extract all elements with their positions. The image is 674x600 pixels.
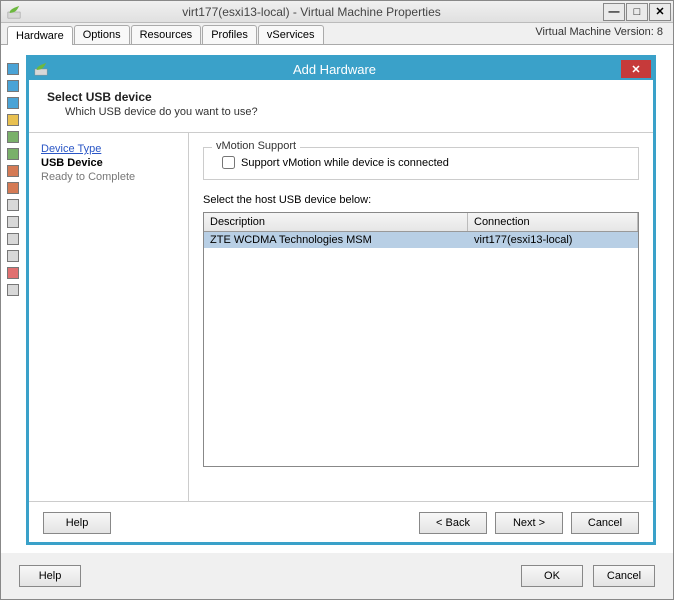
wizard-content: vMotion Support Support vMotion while de… [189,133,653,501]
hardware-device-icons [7,63,21,296]
vmotion-checkbox-label: Support vMotion while device is connecte… [241,157,449,169]
parent-controls: — □ ✕ [602,3,671,21]
device-icon [7,250,19,262]
col-header-connection[interactable]: Connection [468,213,638,231]
vmotion-checkbox[interactable] [222,156,235,169]
vsphere-icon [7,5,21,19]
device-icon [7,63,19,75]
parent-window-title: virt177(esxi13-local) - Virtual Machine … [21,5,602,19]
usb-device-table: Description Connection ZTE WCDMA Technol… [203,212,639,467]
usb-table-header: Description Connection [204,213,638,232]
minimize-button[interactable]: — [603,3,625,21]
vmotion-groupbox: vMotion Support Support vMotion while de… [203,147,639,180]
usb-row-connection: virt177(esxi13-local) [468,232,638,248]
tab-hardware[interactable]: Hardware [7,26,73,45]
tab-resources[interactable]: Resources [131,25,202,44]
dialog-header-subtitle: Which USB device do you want to use? [65,106,637,118]
device-icon [7,267,19,279]
device-icon [7,165,19,177]
vmotion-legend: vMotion Support [212,140,300,152]
device-icon [7,182,19,194]
add-hardware-dialog: Add Hardware ✕ Select USB device Which U… [26,55,656,545]
device-icon [7,148,19,160]
maximize-button[interactable]: □ [626,3,648,21]
device-icon [7,80,19,92]
dialog-titlebar: Add Hardware ✕ [29,58,653,80]
parent-tabs: Hardware Options Resources Profiles vSer… [1,23,673,45]
device-icon [7,114,19,126]
dialog-back-button[interactable]: < Back [419,512,487,534]
tab-options[interactable]: Options [74,25,130,44]
device-icon [7,216,19,228]
usb-table-row[interactable]: ZTE WCDMA Technologies MSM virt177(esxi1… [204,232,638,248]
col-header-description[interactable]: Description [204,213,468,231]
wizard-steps: Device Type USB Device Ready to Complete [29,133,189,501]
device-icon [7,284,19,296]
dialog-footer: Help < Back Next > Cancel [29,501,653,543]
close-button[interactable]: ✕ [649,3,671,21]
step-device-type[interactable]: Device Type [41,143,176,155]
tab-vservices[interactable]: vServices [258,25,324,44]
dialog-next-button[interactable]: Next > [495,512,563,534]
device-icon [7,97,19,109]
tab-profiles[interactable]: Profiles [202,25,257,44]
parent-cancel-button[interactable]: Cancel [593,565,655,587]
dialog-title: Add Hardware [48,62,621,77]
device-icon [7,131,19,143]
parent-help-button[interactable]: Help [19,565,81,587]
select-usb-label: Select the host USB device below: [203,194,639,206]
parent-titlebar: virt177(esxi13-local) - Virtual Machine … [1,1,673,23]
dialog-header: Select USB device Which USB device do yo… [29,80,653,133]
dialog-header-title: Select USB device [47,90,637,104]
device-icon [7,233,19,245]
device-icon [7,199,19,211]
usb-row-description: ZTE WCDMA Technologies MSM [204,232,468,248]
dialog-body: Device Type USB Device Ready to Complete… [29,133,653,501]
vm-version-label: Virtual Machine Version: 8 [535,26,663,38]
step-usb-device: USB Device [41,157,176,169]
parent-ok-button[interactable]: OK [521,565,583,587]
dialog-close-button[interactable]: ✕ [621,60,651,78]
dialog-help-button[interactable]: Help [43,512,111,534]
step-ready-to-complete: Ready to Complete [41,171,176,183]
dialog-cancel-button[interactable]: Cancel [571,512,639,534]
parent-footer: Help OK Cancel [1,561,673,591]
vsphere-icon [34,62,48,76]
